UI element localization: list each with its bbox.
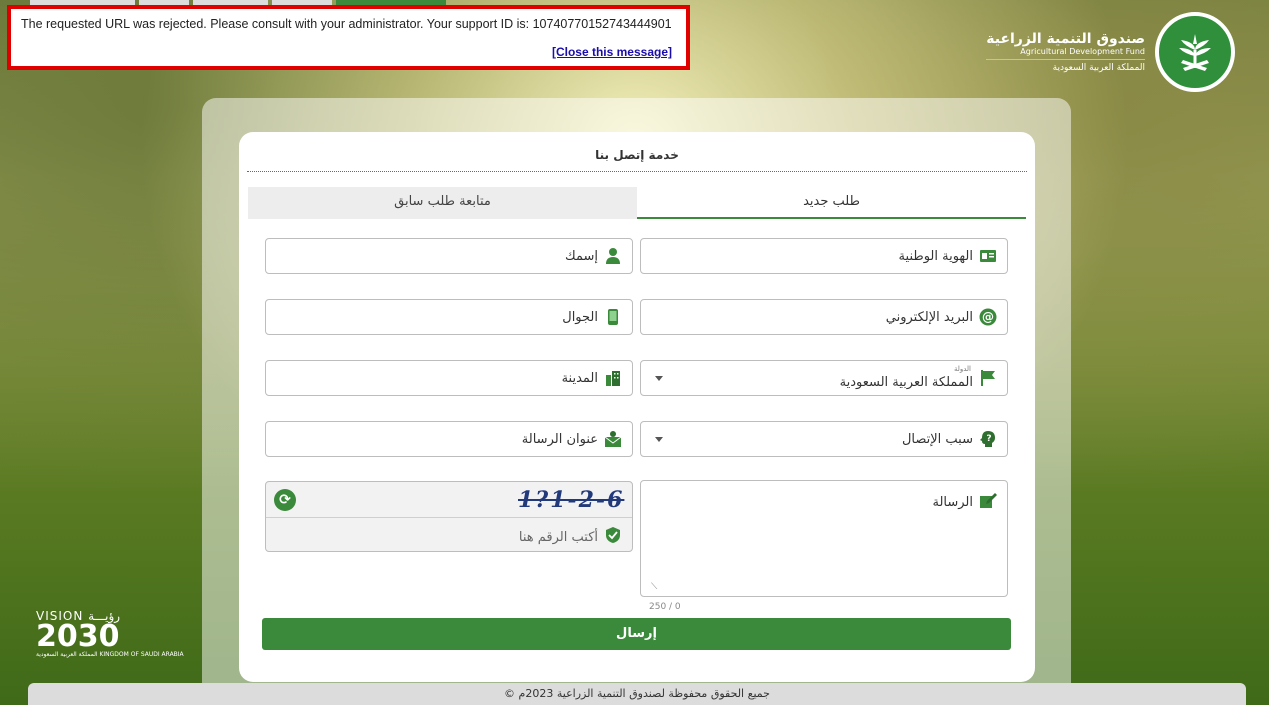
at-sign-icon: @: [979, 308, 997, 326]
contact-form-card: خدمة إتصل بنا طلب جديد متابعة طلب سابق ا…: [239, 132, 1035, 682]
country-value: المملكة العربية السعودية: [839, 374, 973, 390]
refresh-captcha-icon[interactable]: ⟳: [274, 489, 296, 511]
captcha-input[interactable]: أكتب الرقم هنا: [519, 526, 622, 548]
vision-year: 2030: [36, 619, 120, 654]
name-placeholder: إسمك: [565, 248, 598, 264]
email-field[interactable]: @ البريد الإلكتروني: [640, 299, 1008, 335]
message-textarea[interactable]: الرسالة ⟍: [640, 480, 1008, 597]
tab-new-request[interactable]: طلب جديد: [637, 187, 1026, 219]
name-field[interactable]: إسمك: [265, 238, 633, 274]
mobile-placeholder: الجوال: [562, 309, 598, 325]
edit-icon: [979, 491, 997, 513]
tab-follow-request[interactable]: متابعة طلب سابق: [248, 187, 637, 219]
form-title: خدمة إتصل بنا: [247, 144, 1027, 172]
svg-text:?: ?: [986, 434, 991, 444]
form-tabs: طلب جديد متابعة طلب سابق: [248, 187, 1026, 219]
subject-placeholder: عنوان الرسالة: [521, 431, 598, 447]
palm-emblem-icon: [1155, 12, 1235, 92]
captcha-code: 1?1-2-6: [518, 487, 625, 513]
national-id-field[interactable]: الهوية الوطنية: [640, 238, 1008, 274]
country-label: الدولة: [953, 365, 971, 373]
envelope-icon: [604, 430, 622, 448]
rejection-alert: The requested URL was rejected. Please c…: [7, 5, 690, 70]
id-card-icon: [979, 247, 997, 265]
captcha-placeholder: أكتب الرقم هنا: [518, 529, 598, 545]
logo-name-en: Agricultural Development Fund: [1020, 46, 1145, 56]
chevron-down-icon: [655, 376, 663, 381]
footer: © جميع الحقوق محفوظة لصندوق التنمية الزر…: [28, 683, 1246, 705]
logo-name-ar: صندوق التنمية الزراعية: [986, 30, 1145, 47]
reason-placeholder: سبب الإتصال: [901, 431, 973, 447]
message-placeholder: الرسالة: [932, 494, 973, 510]
city-buildings-icon: [604, 369, 622, 387]
logo-country-ar: المملكة العربية السعودية: [986, 58, 1145, 73]
phone-icon: [604, 308, 622, 326]
captcha-image: ⟳ 1?1-2-6: [266, 482, 632, 518]
vision-line3: المملكة العربية السعودية KINGDOM OF SAUD…: [36, 651, 184, 658]
captcha-box: ⟳ 1?1-2-6 أكتب الرقم هنا: [265, 481, 633, 552]
alert-message: The requested URL was rejected. Please c…: [21, 17, 672, 31]
reason-select[interactable]: ? سبب الإتصال: [640, 421, 1008, 457]
email-placeholder: البريد الإلكتروني: [885, 309, 973, 325]
svg-text:@: @: [982, 310, 994, 324]
question-head-icon: ?: [979, 430, 997, 448]
mobile-field[interactable]: الجوال: [265, 299, 633, 335]
vision-2030-logo: VISION رؤيـــة 2030 المملكة العربية السع…: [36, 610, 184, 658]
char-counter: 250 / 0: [649, 602, 681, 612]
submit-button[interactable]: إرسال: [262, 618, 1011, 650]
city-field[interactable]: المدينة: [265, 360, 633, 396]
national-id-placeholder: الهوية الوطنية: [898, 248, 973, 264]
user-icon: [604, 247, 622, 265]
city-placeholder: المدينة: [561, 370, 598, 386]
resize-handle-icon[interactable]: ⟍: [651, 582, 657, 592]
subject-field[interactable]: عنوان الرسالة: [265, 421, 633, 457]
country-select[interactable]: الدولة المملكة العربية السعودية: [640, 360, 1008, 396]
shield-check-icon: [604, 526, 622, 548]
fund-logo[interactable]: صندوق التنمية الزراعية Agricultural Deve…: [986, 12, 1235, 92]
close-message-link[interactable]: [Close this message]: [552, 45, 672, 59]
flag-icon: [979, 369, 997, 387]
chevron-down-icon: [655, 437, 663, 442]
